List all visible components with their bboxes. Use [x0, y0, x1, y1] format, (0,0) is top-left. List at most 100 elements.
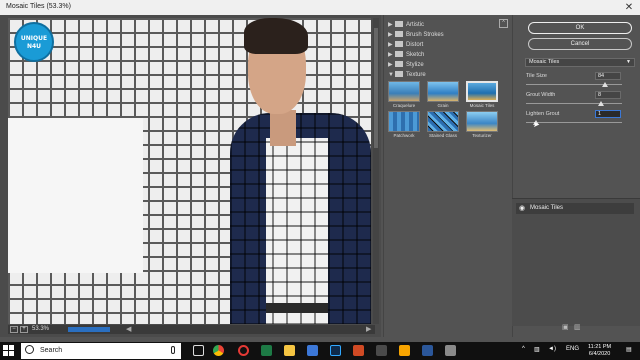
tile-size-input[interactable]: 84 — [595, 72, 621, 80]
thumb-label: Patchwork — [393, 133, 415, 138]
thumb-mosaic-tiles[interactable]: Mosaic Tiles — [466, 81, 498, 108]
network-icon[interactable]: ▥ — [534, 346, 540, 353]
window-title: Mosaic Tiles (53.3%) — [6, 3, 71, 10]
taskbar-search-input[interactable]: Search — [21, 343, 181, 359]
chevron-right-icon: ▶ — [388, 32, 393, 38]
scroll-thumb[interactable] — [374, 28, 378, 148]
app-icon-2[interactable] — [399, 345, 410, 356]
param-label: Grout Width — [526, 92, 556, 98]
word-icon[interactable] — [422, 345, 433, 356]
app-icon[interactable] — [376, 345, 387, 356]
ok-button[interactable]: OK — [528, 22, 632, 34]
hair — [244, 18, 308, 54]
folder-artistic[interactable]: ▶ Artistic — [388, 21, 424, 30]
folder-icon — [395, 31, 403, 37]
thumb-patchwork[interactable]: Patchwork — [388, 111, 420, 138]
delete-layer-icon[interactable]: ▥ — [574, 323, 581, 331]
chevron-down-icon: ▼ — [388, 72, 394, 78]
slider-knob[interactable] — [601, 82, 608, 87]
title-bar: Mosaic Tiles (53.3%) ✕ — [0, 0, 640, 15]
slider-knob[interactable] — [597, 101, 604, 106]
zoom-out-button[interactable]: − — [10, 326, 18, 333]
opera-icon[interactable] — [238, 345, 249, 356]
preview-canvas[interactable] — [8, 18, 371, 324]
thumb-label: Craquelure — [392, 103, 416, 108]
thumb-image — [388, 81, 420, 102]
clock-time: 11:21 PM — [588, 344, 612, 350]
thumb-stained-glass[interactable]: Stained Glass — [427, 111, 459, 138]
excel-icon[interactable] — [261, 345, 272, 356]
file-explorer-icon[interactable] — [284, 345, 295, 356]
thumb-image — [388, 111, 420, 132]
notifications-icon[interactable]: ▤ — [626, 346, 632, 353]
chevron-right-icon: ▶ — [388, 52, 393, 58]
wall-area — [8, 118, 143, 273]
effect-layer-label: Mosaic Tiles — [530, 205, 564, 211]
app-icon-3[interactable] — [445, 345, 456, 356]
thumb-craquelure[interactable]: Craquelure — [388, 81, 420, 108]
thumb-grain[interactable]: Grain — [427, 81, 459, 108]
store-icon[interactable] — [307, 345, 318, 356]
cancel-button[interactable]: Cancel — [528, 38, 632, 50]
windows-start-icon[interactable] — [3, 345, 15, 357]
tray-chevron-icon[interactable]: ^ — [522, 346, 525, 352]
filter-gallery-window: Mosaic Tiles (53.3%) ✕ − + 53.3% ◀ ▶ UNI… — [0, 0, 640, 342]
grout-width-slider[interactable] — [526, 103, 622, 104]
thumb-image — [466, 111, 498, 132]
thumb-image — [427, 81, 459, 102]
mouse-cursor-icon: ➤ — [533, 120, 540, 129]
lighten-grout-input[interactable]: 1 — [595, 110, 621, 118]
param-label: Lighten Grout — [526, 111, 560, 117]
zoom-value[interactable]: 53.3% — [32, 326, 49, 332]
collapse-icon[interactable]: ^ — [499, 19, 508, 28]
folder-brush-strokes[interactable]: ▶ Brush Strokes — [388, 31, 444, 40]
photoshop-icon[interactable] — [330, 345, 341, 356]
volume-icon[interactable]: ◄) — [548, 346, 556, 352]
thumb-texturizer[interactable]: Texturizer — [466, 111, 498, 138]
thumb-label: Texturizer — [472, 133, 492, 138]
zoom-bar: − + 53.3% ◀ ▶ — [8, 325, 375, 334]
zoom-in-button[interactable]: + — [20, 326, 28, 333]
clock-date: 6/4/2020 — [588, 351, 611, 357]
folder-label: Artistic — [406, 22, 424, 28]
folder-open-icon — [395, 71, 403, 77]
microphone-icon[interactable] — [171, 346, 175, 354]
thumb-label: Grain — [437, 103, 449, 108]
eye-icon[interactable]: ◉ — [519, 203, 525, 214]
neck — [270, 110, 296, 146]
chrome-icon[interactable] — [213, 345, 224, 356]
folder-icon — [395, 41, 403, 47]
folder-sketch[interactable]: ▶ Sketch — [388, 51, 424, 60]
folder-icon — [395, 61, 403, 67]
folder-distort[interactable]: ▶ Distort — [388, 41, 423, 50]
thumb-image — [427, 111, 459, 132]
horizontal-scroll-thumb[interactable] — [68, 327, 110, 332]
lighten-grout-slider[interactable] — [526, 122, 622, 123]
effect-layer-row[interactable]: ◉ Mosaic Tiles — [516, 203, 634, 214]
param-label: Tile Size — [526, 73, 547, 79]
watermark-line1: UNIQUE — [20, 35, 48, 42]
new-layer-icon[interactable]: ▣ — [562, 323, 569, 331]
filter-select[interactable]: Mosaic Tiles ▼ — [525, 58, 635, 67]
thumb-label: Stained Glass — [428, 133, 457, 138]
folder-label: Distort — [406, 42, 424, 48]
close-icon[interactable]: ✕ — [622, 1, 636, 14]
recorder-icon[interactable] — [353, 345, 364, 356]
grout-width-input[interactable]: 8 — [595, 91, 621, 99]
language-indicator[interactable]: ENG — [566, 346, 579, 352]
chevron-right-icon: ▶ — [388, 42, 393, 48]
folder-label: Sketch — [406, 52, 425, 58]
effect-layers-panel: ◉ Mosaic Tiles ▣ ▥ — [512, 198, 640, 331]
filter-list: ^ ▶ Artistic ▶ Brush Strokes ▶ Distort ▶ Ske… — [383, 15, 510, 337]
scroll-left-icon[interactable]: ◀ — [126, 325, 131, 333]
preview-frame: − + 53.3% ◀ ▶ — [0, 15, 381, 337]
folder-texture[interactable]: ▼ Texture — [388, 71, 426, 80]
task-view-icon[interactable] — [193, 345, 204, 356]
scroll-right-icon[interactable]: ▶ — [366, 325, 371, 333]
watermark-line2: N4U — [26, 43, 42, 50]
folder-icon — [395, 51, 403, 57]
vertical-scrollbar[interactable] — [373, 18, 379, 324]
clock[interactable]: 11:21 PM 6/4/2020 — [588, 344, 611, 358]
folder-label: Texture — [406, 72, 426, 78]
folder-stylize[interactable]: ▶ Stylize — [388, 61, 424, 70]
